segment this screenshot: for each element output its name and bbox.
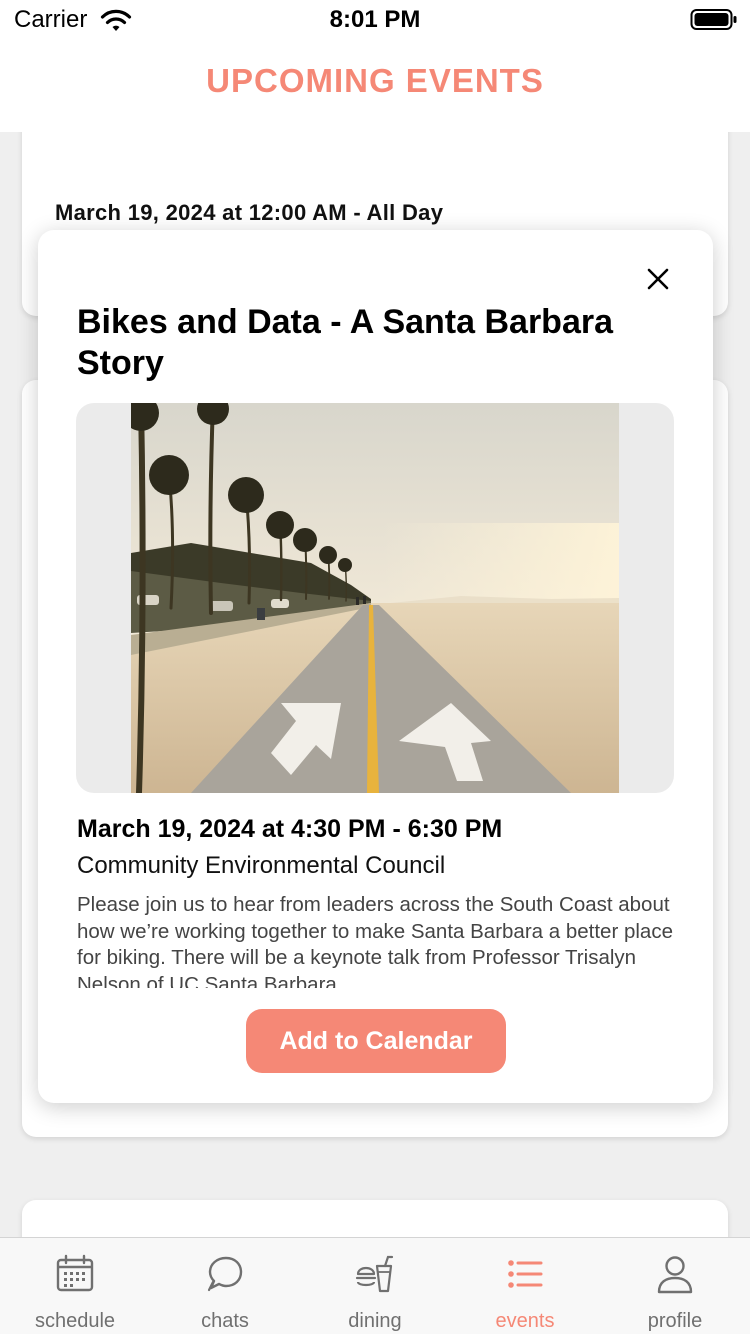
battery-icon	[690, 9, 737, 30]
tab-label-profile: profile	[647, 1310, 703, 1332]
tab-label-events: events	[495, 1310, 555, 1332]
person-icon	[657, 1256, 693, 1294]
chat-bubble-icon	[207, 1256, 243, 1292]
status-bar: Carrier 8:01 PM	[0, 0, 750, 42]
tab-chats[interactable]: chats	[150, 1238, 300, 1334]
event-card-date: March 19, 2024 at 12:00 AM - All Day	[55, 200, 444, 225]
clock: 8:01 PM	[329, 6, 421, 33]
page-title: UPCOMING EVENTS	[206, 62, 544, 99]
tab-label-schedule: schedule	[34, 1310, 116, 1332]
tab-events[interactable]: events	[450, 1238, 600, 1334]
tab-label-chats: chats	[201, 1310, 249, 1332]
event-date-time: March 19, 2024 at 4:30 PM - 6:30 PM	[77, 815, 503, 843]
event-organization: Community Environmental Council	[77, 852, 446, 879]
close-icon[interactable]	[640, 261, 676, 297]
tab-bar: schedule chats dining events profile	[0, 1237, 750, 1334]
calendar-icon	[56, 1254, 94, 1292]
list-icon	[508, 1260, 543, 1288]
event-description: Please join us to hear from leaders acro…	[77, 893, 673, 988]
tab-schedule[interactable]: schedule	[0, 1238, 150, 1334]
tab-dining[interactable]: dining	[300, 1238, 450, 1334]
event-image-frame	[76, 403, 674, 793]
event-detail-modal: Bikes and Data - A Santa Barbara Story M…	[38, 230, 713, 1103]
event-title: Bikes and Data - A Santa Barbara Story	[77, 303, 613, 382]
header: UPCOMING EVENTS	[0, 42, 750, 132]
beach-bike-path-photo	[131, 403, 619, 793]
add-to-calendar-button[interactable]: Add to Calendar	[246, 1009, 506, 1073]
burger-drink-icon	[355, 1255, 394, 1293]
tab-label-dining: dining	[348, 1310, 402, 1332]
tab-profile[interactable]: profile	[600, 1238, 750, 1334]
app-screen: Carrier 8:01 PM UPCOMING EVENTS March 19…	[0, 0, 750, 1334]
